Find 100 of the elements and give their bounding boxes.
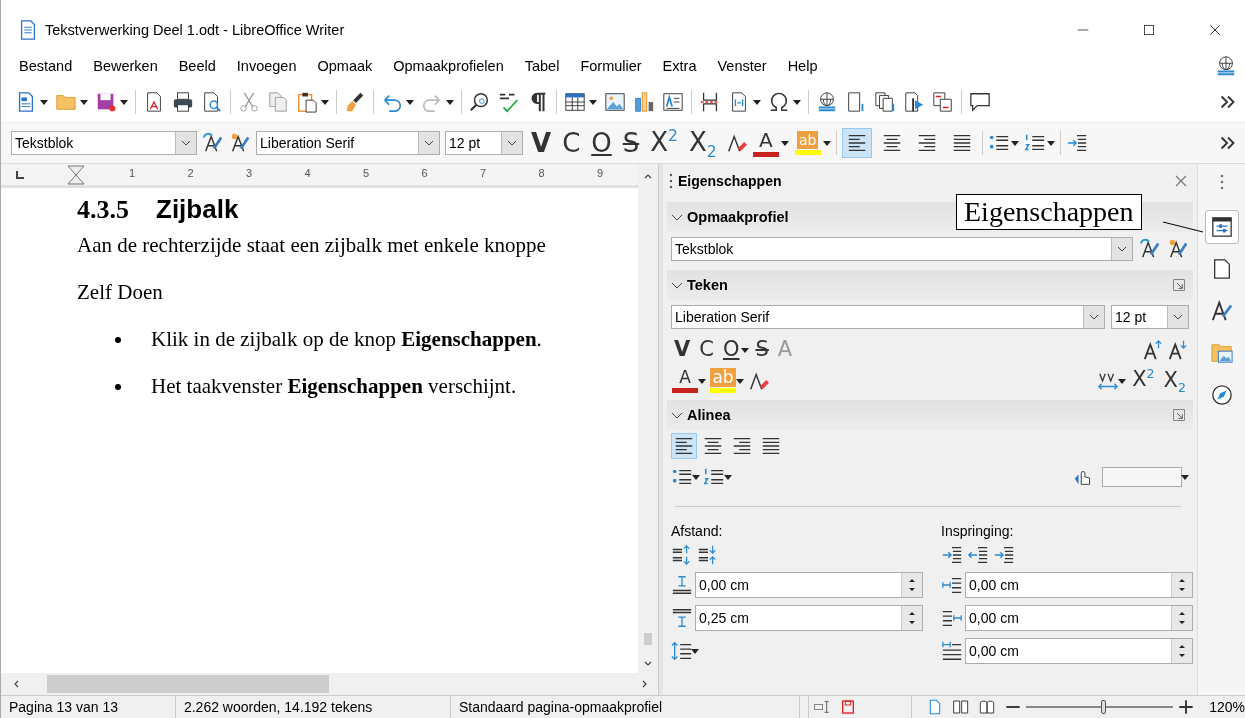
menu-item[interactable]: Bewerken — [93, 58, 158, 74]
caret-icon[interactable] — [321, 98, 329, 106]
caret-icon[interactable] — [120, 98, 128, 106]
chevron-down-icon[interactable] — [181, 140, 191, 146]
scissors-icon[interactable] — [238, 91, 260, 113]
caret-icon[interactable] — [780, 139, 789, 147]
caret-icon[interactable] — [1118, 376, 1127, 385]
indent-icon[interactable] — [1065, 132, 1088, 154]
text-box-icon[interactable] — [662, 91, 684, 113]
spin-field[interactable]: 0,00 cm — [965, 572, 1193, 598]
caret-icon[interactable] — [692, 472, 700, 481]
book-view-icon[interactable] — [978, 699, 995, 715]
grip-icon[interactable] — [669, 173, 673, 189]
section-header[interactable]: Teken — [667, 270, 1193, 300]
bold-button[interactable]: V — [671, 339, 694, 360]
underline-button[interactable]: O — [588, 130, 615, 156]
menu-item[interactable]: Opmaak — [317, 58, 373, 74]
unsaved-changes-icon[interactable] — [839, 699, 856, 715]
menu-item[interactable]: Beeld — [178, 58, 216, 74]
style-update-icon[interactable] — [1139, 238, 1161, 260]
caret-icon[interactable] — [80, 98, 88, 106]
more-options-icon[interactable] — [1171, 277, 1187, 293]
italic-button[interactable]: C — [559, 130, 584, 156]
font-color-button[interactable]: A — [751, 129, 780, 157]
image-icon[interactable] — [604, 91, 626, 113]
superscript-button[interactable]: X$^{2}$ — [1129, 368, 1158, 390]
maximize-icon[interactable] — [1141, 22, 1157, 38]
bold-button[interactable]: V — [528, 130, 555, 156]
strike-button[interactable]: S — [619, 130, 643, 156]
sidebar-tab[interactable] — [1204, 210, 1239, 244]
menu-item[interactable]: Help — [787, 58, 818, 74]
globe-icon[interactable] — [1215, 55, 1237, 77]
menu-item[interactable]: Extra — [662, 58, 697, 74]
menu-item[interactable]: Tabel — [524, 58, 560, 74]
cross-reference-icon[interactable] — [932, 91, 954, 113]
scroll-thumb[interactable] — [47, 675, 329, 693]
splitter-handle[interactable] — [659, 164, 663, 695]
font-size-dropdown[interactable]: 12 pt — [1111, 305, 1189, 329]
caret-icon[interactable] — [40, 98, 48, 106]
more-icon[interactable] — [1219, 174, 1224, 190]
font-color-button[interactable]: A — [671, 368, 699, 393]
omega-icon[interactable] — [768, 91, 790, 113]
alignment-button[interactable] — [671, 432, 697, 459]
caret-icon[interactable] — [691, 647, 699, 655]
find-replace-icon[interactable] — [469, 91, 491, 113]
shrink-font-icon[interactable] — [1167, 338, 1189, 361]
outdent-icon[interactable] — [967, 544, 989, 566]
paragraph-style-dropdown[interactable]: Tekstblok — [11, 131, 197, 155]
background-color-field[interactable] — [1102, 466, 1182, 487]
caret-icon[interactable] — [753, 98, 761, 106]
tab-stop-icon[interactable] — [15, 170, 25, 180]
section-header[interactable]: Alinea — [667, 400, 1193, 430]
caret-icon[interactable] — [406, 98, 414, 106]
comment-icon[interactable] — [969, 91, 991, 113]
new-style-icon[interactable] — [229, 132, 251, 154]
more-options-icon[interactable] — [1171, 407, 1187, 423]
strike-button[interactable]: S — [752, 339, 772, 360]
menu-item[interactable]: Bestand — [19, 58, 73, 74]
superscript-button[interactable]: X$^{2}$ — [647, 128, 681, 155]
indent-icon[interactable] — [941, 544, 963, 566]
multi-page-view-icon[interactable] — [952, 699, 969, 715]
clipboard-icon[interactable] — [296, 91, 318, 113]
style-update-icon[interactable] — [202, 132, 224, 154]
caret-icon[interactable] — [741, 345, 750, 354]
chevron-down-icon[interactable] — [424, 140, 434, 146]
font-name-dropdown[interactable]: Liberation Serif — [671, 305, 1105, 329]
indent-marker-icon[interactable] — [67, 165, 85, 185]
spin-field[interactable]: 0,00 cm — [695, 572, 923, 598]
ruler[interactable]: 1 2 3 4 5 6 7 8 9 — [1, 164, 638, 188]
spin-field[interactable]: 0,25 cm — [695, 605, 923, 631]
chevron-down-icon[interactable] — [1117, 246, 1127, 252]
brush-icon[interactable] — [344, 91, 366, 113]
underline-button[interactable]: O — [719, 339, 743, 360]
selection-mode-icon[interactable] — [813, 699, 830, 715]
printer-icon[interactable] — [172, 91, 194, 113]
slider-thumb[interactable] — [1100, 700, 1106, 714]
italic-button[interactable]: C — [696, 339, 717, 360]
subscript-button[interactable]: X$_{2}$ — [686, 128, 720, 161]
font-name-dropdown[interactable]: Liberation Serif — [256, 131, 440, 155]
caret-icon[interactable] — [1010, 139, 1019, 147]
line-spacing-icon[interactable] — [671, 640, 693, 662]
caret-icon[interactable] — [589, 98, 597, 106]
alignment-button[interactable] — [841, 128, 872, 158]
menu-item[interactable]: Formulier — [580, 58, 642, 74]
spellcheck-icon[interactable] — [498, 91, 520, 113]
chevron-down-icon[interactable] — [1173, 314, 1183, 320]
close-icon[interactable] — [1207, 22, 1223, 38]
indent-icon[interactable] — [993, 544, 1015, 566]
print-preview-icon[interactable] — [201, 91, 223, 113]
chevron-down-icon[interactable] — [507, 140, 517, 146]
spin-field[interactable]: 0,00 cm — [965, 638, 1193, 664]
scroll-thumb[interactable] — [644, 633, 652, 645]
caret-icon[interactable] — [724, 472, 732, 481]
caret-icon[interactable] — [698, 376, 706, 385]
zoom-level[interactable]: 120% — [1209, 699, 1245, 715]
new-style-icon[interactable] — [1167, 238, 1189, 260]
menu-item[interactable]: Invoegen — [236, 58, 297, 74]
subscript-button[interactable]: X$_{2}$ — [1160, 369, 1189, 395]
menu-item[interactable]: Opmaakprofielen — [393, 58, 504, 74]
zoom-in-icon[interactable] — [1178, 699, 1195, 715]
